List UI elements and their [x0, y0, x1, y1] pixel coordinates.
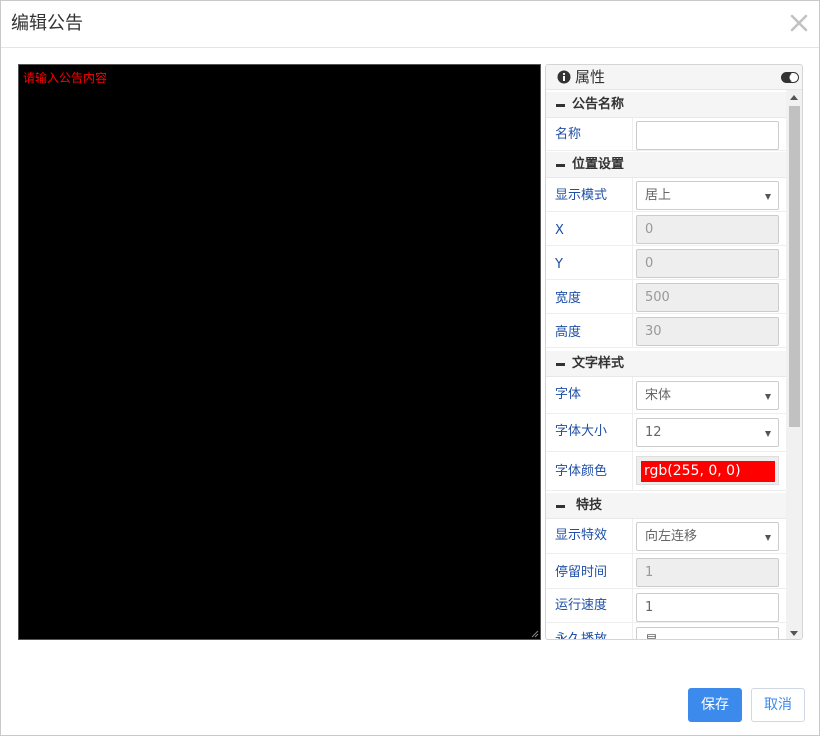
group-label: 文字样式: [572, 356, 625, 371]
panel-title: 属性: [575, 68, 606, 86]
speed-label: 运行速度: [555, 598, 608, 613]
row-width: 宽度 500: [546, 280, 786, 314]
height-label: 高度: [555, 325, 582, 340]
properties-panel: 属性 公告名称 名称 位置设置 显示模式 居上 X 0 Y 0 宽度 500 高…: [545, 64, 803, 640]
info-icon: [557, 70, 571, 84]
row-display-mode: 显示模式 居上: [546, 178, 786, 212]
cancel-button[interactable]: 取消: [751, 688, 805, 722]
effect-select[interactable]: 向左连移: [636, 522, 779, 551]
collapse-icon[interactable]: [556, 104, 565, 107]
close-icon[interactable]: [789, 13, 809, 33]
display-mode-label: 显示模式: [555, 188, 608, 203]
row-height: 高度 30: [546, 314, 786, 348]
scroll-up-icon[interactable]: [790, 95, 798, 100]
row-loop: 永久播放 是: [546, 623, 786, 640]
row-font-size: 字体大小 12: [546, 414, 786, 452]
group-effects[interactable]: 特技: [546, 493, 786, 519]
font-size-label: 字体大小: [555, 424, 608, 439]
display-mode-select[interactable]: 居上: [636, 181, 779, 210]
row-font-color: 字体颜色 rgb(255, 0, 0): [546, 452, 786, 491]
toggle-icon[interactable]: [781, 72, 799, 83]
font-color-swatch[interactable]: rgb(255, 0, 0): [641, 461, 775, 482]
collapse-icon[interactable]: [556, 164, 565, 167]
group-label: 特技: [576, 498, 603, 513]
dialog-header: 编辑公告: [1, 1, 819, 48]
row-x: X 0: [546, 212, 786, 246]
x-label: X: [555, 223, 564, 238]
edit-announcement-dialog: 编辑公告 请输入公告内容 属性 公告名称 名称 位置设置 显示模式 居上 X 0…: [0, 0, 820, 736]
row-y: Y 0: [546, 246, 786, 280]
group-text-style[interactable]: 文字样式: [546, 351, 786, 377]
panel-scrollbar[interactable]: [786, 90, 802, 639]
group-label: 公告名称: [572, 97, 625, 112]
collapse-icon[interactable]: [556, 505, 565, 508]
speed-input[interactable]: 1: [636, 593, 779, 622]
height-input: 30: [636, 317, 779, 346]
save-button[interactable]: 保存: [688, 688, 742, 722]
y-input: 0: [636, 249, 779, 278]
x-input: 0: [636, 215, 779, 244]
group-announcement-name[interactable]: 公告名称: [546, 92, 786, 118]
row-font: 字体 宋体: [546, 377, 786, 414]
row-name: 名称: [546, 118, 786, 151]
loop-select[interactable]: 是: [636, 627, 779, 639]
panel-header: 属性: [546, 65, 802, 90]
loop-label: 永久播放: [555, 632, 608, 640]
property-list[interactable]: 公告名称 名称 位置设置 显示模式 居上 X 0 Y 0 宽度 500 高度 3…: [546, 90, 786, 640]
effect-label: 显示特效: [555, 528, 608, 543]
row-stay-time: 停留时间 1: [546, 554, 786, 589]
announcement-content-editor[interactable]: 请输入公告内容: [18, 64, 541, 640]
font-label: 字体: [555, 387, 582, 402]
font-color-label: 字体颜色: [555, 464, 608, 479]
group-position[interactable]: 位置设置: [546, 152, 786, 178]
group-label: 位置设置: [572, 157, 625, 172]
stay-time-input: 1: [636, 558, 779, 587]
name-input[interactable]: [636, 121, 779, 150]
row-speed: 运行速度 1: [546, 589, 786, 623]
dialog-title: 编辑公告: [11, 13, 83, 34]
font-color-picker[interactable]: rgb(255, 0, 0): [636, 456, 779, 485]
font-select[interactable]: 宋体: [636, 381, 779, 410]
font-size-select[interactable]: 12: [636, 418, 779, 447]
stay-time-label: 停留时间: [555, 565, 608, 580]
collapse-icon[interactable]: [556, 363, 565, 366]
scroll-down-icon[interactable]: [790, 631, 798, 636]
scroll-thumb[interactable]: [789, 106, 800, 427]
width-input: 500: [636, 283, 779, 312]
y-label: Y: [555, 257, 563, 272]
name-label: 名称: [555, 127, 582, 142]
resize-handle-icon[interactable]: [530, 629, 539, 638]
editor-placeholder: 请输入公告内容: [23, 71, 108, 85]
row-effect: 显示特效 向左连移: [546, 519, 786, 554]
width-label: 宽度: [555, 291, 582, 306]
